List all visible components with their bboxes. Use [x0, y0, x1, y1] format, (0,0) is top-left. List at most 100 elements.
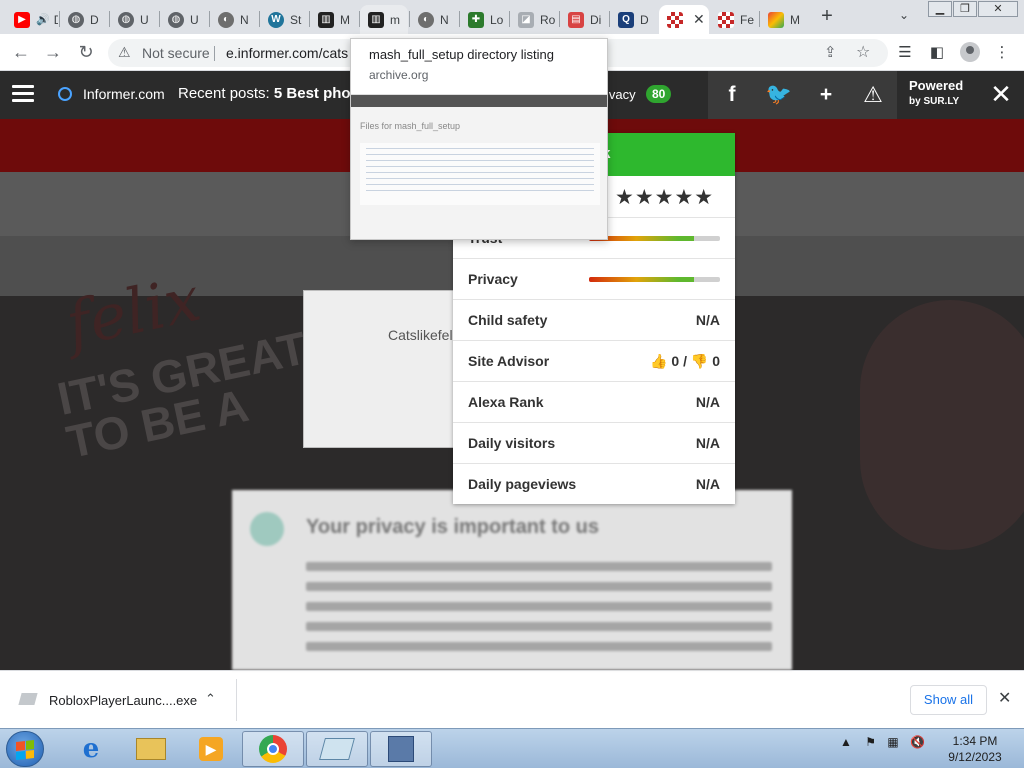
download-filename[interactable]: RobloxPlayerLaunc....exe — [49, 693, 197, 708]
row-value: N/A — [695, 476, 720, 492]
recent-title[interactable]: 5 Best pho — [274, 85, 351, 102]
media-player-icon[interactable]: ▶ — [180, 731, 242, 767]
taskbar: e ▶ ▲ ⚑ ▦ 🔇 1:34 PM 9/12/2023 — [0, 728, 1024, 768]
screen: ▶ 🔊 D ◍ D ◍ U ◍ U ◐ N W St ▥ — [0, 0, 1024, 768]
tab-15[interactable]: Fe — [710, 5, 758, 34]
chrome-taskbar-icon[interactable] — [242, 731, 304, 767]
flag-icon[interactable]: ⚑ — [865, 735, 876, 749]
share-icon[interactable]: ⇪ — [824, 43, 837, 61]
red-page-icon: ▤ — [568, 11, 584, 28]
youtube-icon: ▶ — [14, 11, 30, 28]
download-shelf: RobloxPlayerLaunc....exe ⌃ Show all ✕ — [0, 670, 1024, 728]
speaker-icon[interactable]: 🔊 — [36, 13, 50, 26]
checker-icon — [667, 11, 683, 28]
tab-label: M — [340, 12, 350, 27]
tab-13[interactable]: Q D — [610, 5, 658, 34]
row-label: Daily pageviews — [468, 476, 577, 492]
privacy-modal[interactable]: Your privacy is important to us — [232, 490, 792, 670]
clock[interactable]: 1:34 PM 9/12/2023 — [940, 733, 1010, 765]
site-name[interactable]: Informer.com — [83, 86, 165, 102]
chevron-up-icon[interactable]: ⌃ — [205, 691, 216, 707]
roblox-icon: ◪ — [518, 11, 534, 28]
tab-11[interactable]: ◪ Ro — [510, 5, 558, 34]
menu-kebab-icon[interactable]: ⋮ — [992, 43, 1012, 63]
blue-q-icon: Q — [618, 11, 634, 28]
new-tab-button[interactable]: + — [816, 6, 838, 28]
row-child-safety: Child safety N/A — [453, 299, 735, 340]
tab-2[interactable]: ◍ D — [60, 5, 108, 34]
internet-explorer-icon[interactable]: e — [60, 731, 122, 767]
tab-label: N — [240, 12, 249, 27]
powered-line1: Powered — [909, 78, 964, 93]
recent-posts[interactable]: Recent posts: 5 Best pho — [178, 85, 351, 102]
windows-logo-icon — [16, 740, 34, 760]
privacy-title: Your privacy is important to us — [306, 516, 600, 538]
tab-12[interactable]: ▤ Di — [560, 5, 608, 34]
tab-5[interactable]: ◐ N — [210, 5, 258, 34]
volume-icon[interactable]: 🔇 — [910, 735, 925, 749]
network-icon[interactable]: ▦ — [887, 735, 898, 749]
start-button[interactable] — [6, 731, 44, 767]
thumbs-down-icon[interactable]: 👎 — [691, 353, 708, 369]
profile-avatar[interactable] — [960, 42, 980, 62]
tab-active[interactable]: ✕ — [659, 5, 709, 34]
reload-button[interactable]: ↻ — [75, 42, 97, 64]
reading-list-icon[interactable]: ☰ — [895, 43, 915, 63]
row-value: N/A — [695, 312, 720, 328]
privacy-score-badge[interactable]: 80 — [646, 85, 672, 103]
minimize-button[interactable]: ▁ — [928, 1, 952, 17]
powered-by[interactable]: Powered by SUR.LY — [909, 79, 963, 109]
bookmark-star-icon[interactable]: ☆ — [856, 42, 870, 62]
hover-card-thumbnail: Files for mash_full_setup — [351, 94, 607, 239]
tab-label: Lo — [490, 12, 504, 27]
show-all-button[interactable]: Show all — [910, 685, 987, 715]
tab-1[interactable]: ▶ 🔊 D — [6, 5, 58, 34]
add-icon[interactable]: + — [802, 71, 850, 119]
wordpress-icon: W — [268, 11, 284, 28]
tab-16[interactable]: M — [760, 5, 808, 34]
tab-strip: ▶ 🔊 D ◍ D ◍ U ◍ U ◐ N W St ▥ — [0, 0, 1024, 34]
cats-text: Catslikefel — [388, 327, 453, 343]
thumbs-up-icon[interactable]: 👍 — [650, 353, 667, 369]
tab-6[interactable]: W St — [260, 5, 308, 34]
trust-meter — [589, 236, 720, 241]
privacy-browser-icon: ◐ — [418, 11, 434, 28]
tab-hover-card: mash_full_setup directory listing archiv… — [350, 38, 608, 240]
tab-label: m — [390, 12, 400, 27]
report-warning-icon[interactable]: ⚠ — [849, 71, 897, 119]
side-panel-icon[interactable]: ◧ — [927, 43, 947, 63]
file-explorer-icon[interactable] — [120, 731, 182, 767]
tab-10[interactable]: ✚ Lo — [460, 5, 508, 34]
tab-label: Fe — [740, 12, 755, 27]
system-tray: ▲ ⚑ ▦ 🔇 — [840, 735, 925, 749]
tab-search-icon[interactable]: ⌄ — [894, 8, 914, 26]
security-status[interactable]: Not secure — [142, 45, 210, 61]
row-label: Alexa Rank — [468, 394, 544, 410]
tab-9[interactable]: ◐ N — [410, 5, 458, 34]
twitter-icon[interactable]: 🐦 — [755, 71, 803, 119]
checker-icon — [718, 11, 734, 28]
hamburger-menu-icon[interactable] — [12, 85, 34, 103]
close-tab-icon[interactable]: ✕ — [693, 11, 705, 28]
forward-button[interactable]: → — [42, 42, 64, 64]
tab-label: D — [54, 13, 58, 27]
privacy-label[interactable]: ivacy — [606, 87, 636, 102]
notepad-icon[interactable] — [306, 731, 368, 767]
close-window-button[interactable]: ✕ — [978, 1, 1018, 17]
warning-icon[interactable]: ⚠ — [118, 44, 131, 61]
url-text[interactable]: e.informer.com/cats — [226, 45, 348, 61]
tab-3[interactable]: ◍ U — [110, 5, 158, 34]
facebook-icon[interactable]: f — [708, 71, 756, 119]
show-hidden-icons[interactable]: ▲ — [840, 735, 852, 749]
installer-icon[interactable] — [370, 731, 432, 767]
tab-7[interactable]: ▥ M — [310, 5, 358, 34]
row-daily-pageviews: Daily pageviews N/A — [453, 463, 735, 504]
tab-8[interactable]: ▥ m — [360, 5, 408, 34]
site-advisor-votes: 👍 0 / 👎 0 — [650, 353, 720, 369]
tab-4[interactable]: ◍ U — [160, 5, 208, 34]
archive-icon: ▥ — [368, 11, 384, 28]
close-bar-button[interactable]: ✕ — [986, 79, 1016, 109]
back-button[interactable]: ← — [10, 42, 32, 64]
maximize-button[interactable]: ❐ — [953, 1, 977, 17]
close-shelf-icon[interactable]: ✕ — [998, 688, 1011, 708]
